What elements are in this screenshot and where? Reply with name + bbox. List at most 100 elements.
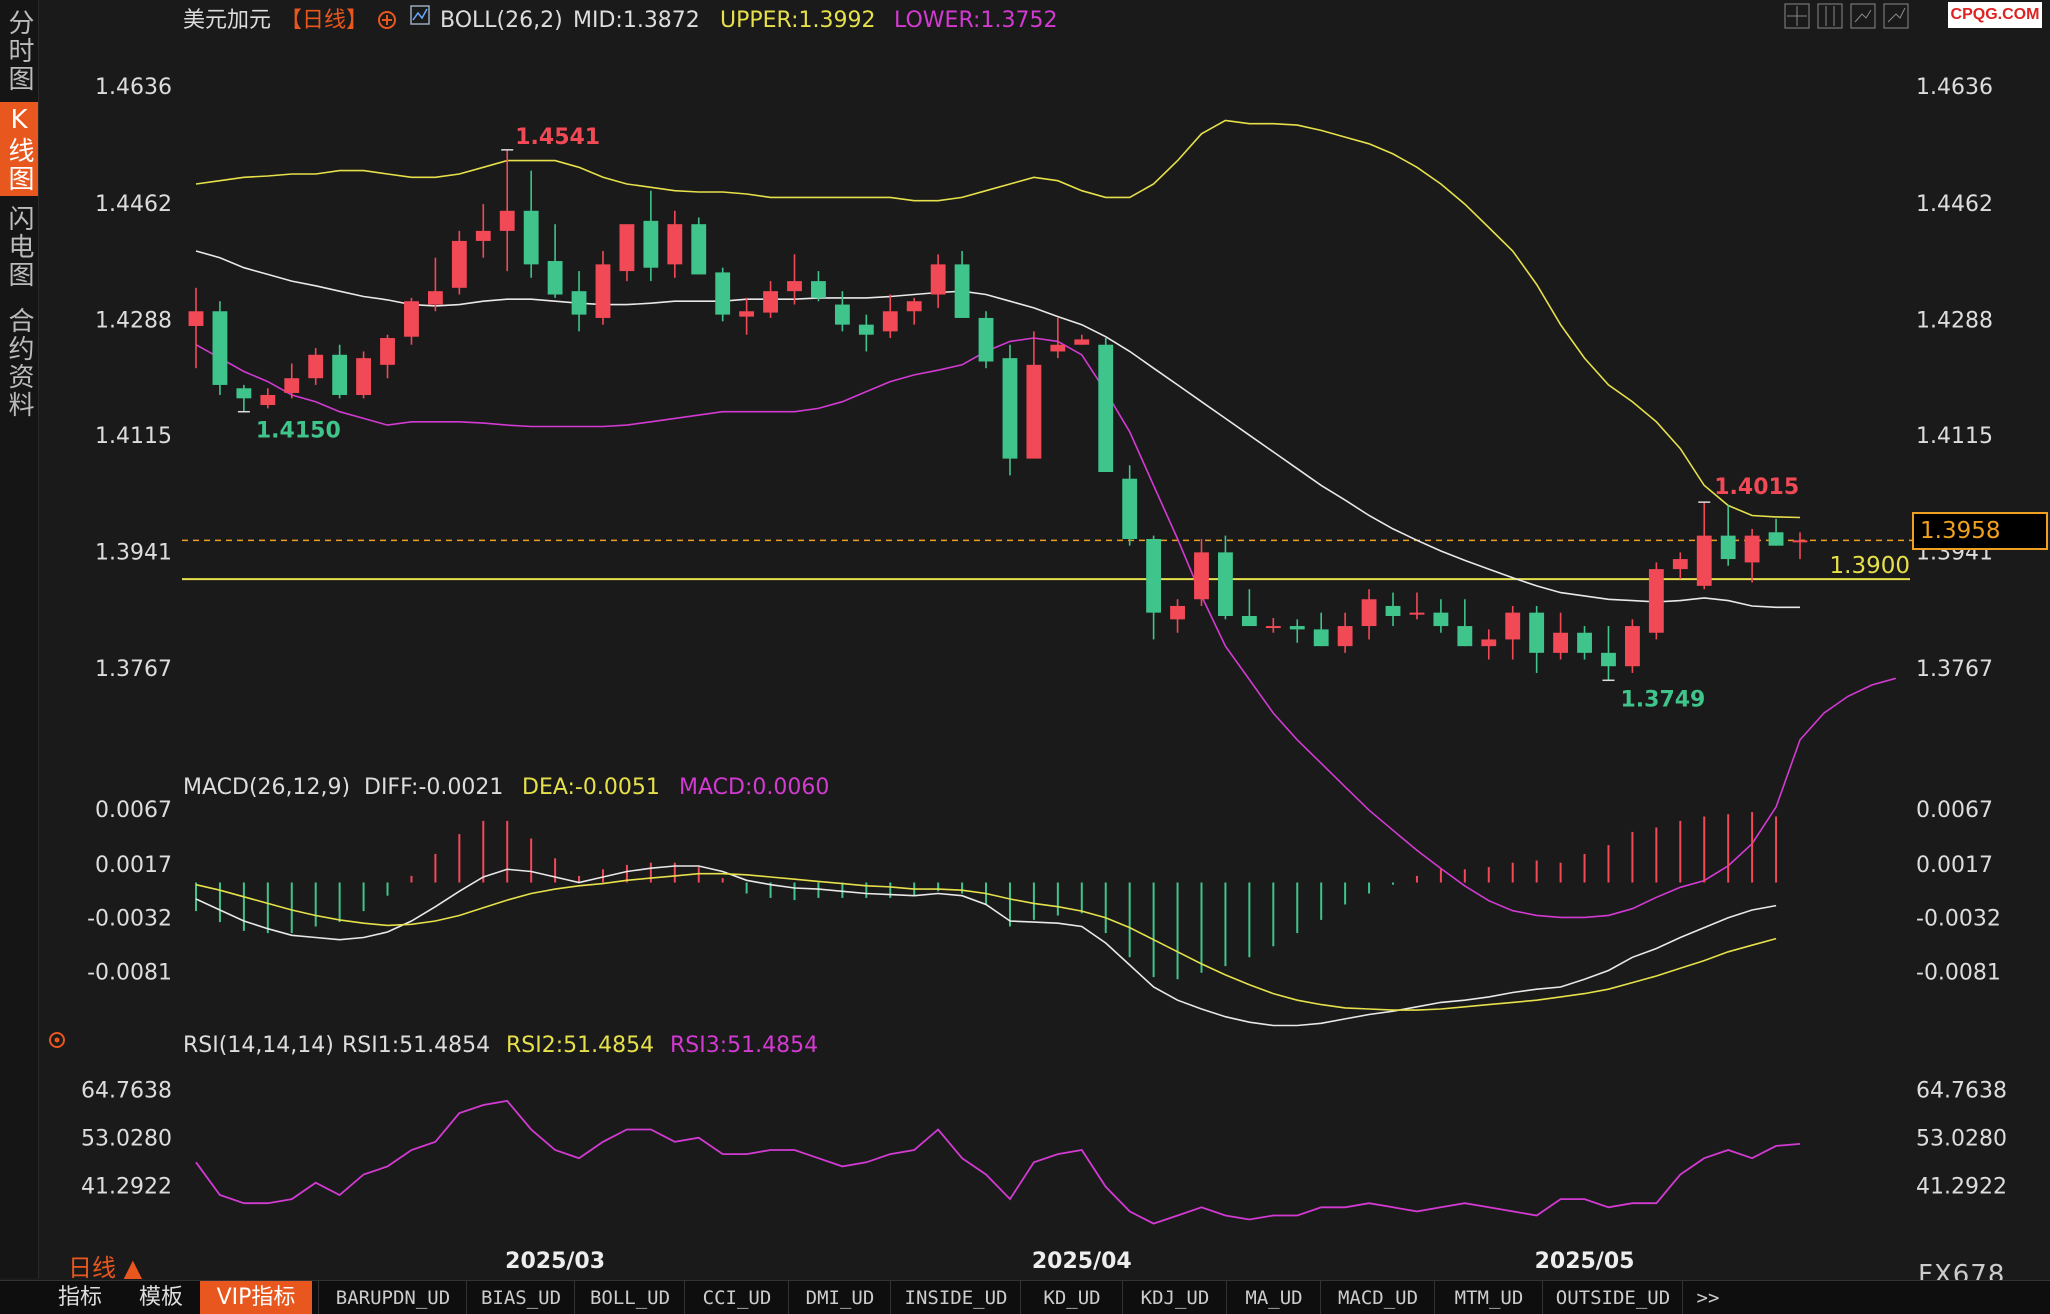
candle-body <box>212 311 228 385</box>
horizontal-level-label: 1.3900 <box>1830 553 1910 579</box>
indicator-tab--[interactable]: >> <box>1682 1281 1733 1314</box>
macd-value: MACD:0.0060 <box>679 775 829 800</box>
templates-button[interactable]: 模板 <box>128 1281 194 1314</box>
y-tick-label-left-5: 1.3767 <box>95 657 172 682</box>
indicator-tab-dmi-ud[interactable]: DMI_UD <box>788 1281 891 1314</box>
macd-y-tick-right-1: 0.0017 <box>1916 853 1993 878</box>
macd-header: MACD(26,12,9) DIFF:-0.0021 DEA:-0.0051 M… <box>183 775 829 800</box>
candle-body <box>1505 612 1521 640</box>
indicators-button[interactable]: 指标 <box>50 1281 110 1314</box>
candle-body <box>1696 535 1712 586</box>
boll-lower-line <box>195 337 1897 919</box>
macd-y-tick-right-3: -0.0081 <box>1916 961 2001 986</box>
rsi-y-tick-left-0: 64.7638 <box>81 1079 172 1104</box>
y-tick-label-right-5: 1.3767 <box>1916 657 1993 682</box>
indicator-tab-bias-ud[interactable]: BIAS_UD <box>466 1281 575 1314</box>
candles <box>188 149 1808 682</box>
indicator-tab-boll-ud[interactable]: BOLL_UD <box>574 1281 685 1314</box>
candle-body <box>1026 364 1042 459</box>
candle-body <box>858 324 874 335</box>
x-axis: 2025/03 2025/04 2025/05 <box>505 1249 1634 1274</box>
candle-body <box>691 224 707 275</box>
candle-body <box>475 230 491 241</box>
candle-body <box>1002 358 1018 459</box>
layout-expand-icon[interactable] <box>1883 3 1909 29</box>
candle-body <box>1601 652 1616 667</box>
y-tick-label-right-2: 1.4288 <box>1916 308 1993 333</box>
candle-body <box>404 301 419 337</box>
rsi-y-tick-left-2: 41.2922 <box>81 1175 172 1200</box>
candle-body <box>308 354 324 379</box>
candle-body <box>1672 559 1688 570</box>
macd-y-tick-left-3: -0.0081 <box>87 961 172 986</box>
candle-body <box>1265 626 1281 629</box>
candle-body <box>1146 538 1162 613</box>
candle-body <box>1241 616 1257 627</box>
candle-body <box>954 264 970 318</box>
candle-body <box>667 224 683 265</box>
candle-body <box>834 304 850 325</box>
macd-y-tick-left-0: 0.0067 <box>95 798 172 823</box>
kline-app: { "sidebar": { "tabs": [ {"label": "分时图"… <box>0 0 2050 1314</box>
macd-histogram <box>195 812 1778 980</box>
candle-body <box>1648 569 1664 633</box>
indicator-tab-macd-ud[interactable]: MACD_UD <box>1320 1281 1435 1314</box>
x-tick-label-1: 2025/04 <box>1032 1249 1132 1274</box>
macd-pane: 0.0067 0.0067 0.0017 0.0017 -0.0032 -0.0032 -0… <box>87 798 2001 1027</box>
candle-body <box>906 301 922 312</box>
layout-columns-icon[interactable] <box>1817 3 1843 29</box>
candle-body <box>1122 478 1138 539</box>
bottom-toolbar: 指标 模板 VIP指标 BARUPDN_UD BIAS_UD BOLL_UD CCI_… <box>0 1280 2050 1314</box>
candle-body <box>1792 540 1808 543</box>
macd-dea: DEA:-0.0051 <box>522 775 660 800</box>
indicator-tab-outside-ud[interactable]: OUTSIDE_UD <box>1542 1281 1683 1314</box>
candle-body <box>547 261 563 295</box>
indicator-tab-barupdn-ud[interactable]: BARUPDN_UD <box>318 1281 467 1314</box>
y-tick-label-right-3: 1.4115 <box>1916 424 1993 449</box>
annotation-recent-high: 1.4015 <box>1714 475 1799 500</box>
indicator-tab-ma-ud[interactable]: MA_UD <box>1226 1281 1321 1314</box>
candle-body <box>1768 532 1784 546</box>
top-toolbar <box>1784 3 1909 29</box>
y-tick-label-left-4: 1.3941 <box>95 541 172 566</box>
indicator-tab-kd-ud[interactable]: KD_UD <box>1020 1281 1123 1314</box>
candle-body <box>188 311 204 326</box>
candle-body <box>523 210 539 265</box>
candle-body <box>715 272 731 315</box>
candle-body <box>643 220 659 268</box>
rsi-y-tick-left-1: 53.0280 <box>81 1127 172 1152</box>
indicator-tab-inside-ud[interactable]: INSIDE_UD <box>890 1281 1021 1314</box>
candle-body <box>427 291 443 305</box>
rsi-y-tick-right-0: 64.7638 <box>1916 1079 2007 1104</box>
candle-body <box>1050 344 1066 352</box>
indicator-tab-cci-ud[interactable]: CCI_UD <box>684 1281 789 1314</box>
boll-mid: MID:1.3872 <box>573 8 700 33</box>
y-tick-label-left-0: 1.4636 <box>95 75 172 100</box>
candle-body <box>1385 605 1401 616</box>
candle-body <box>451 240 467 288</box>
candle-body <box>1337 626 1353 647</box>
annotation-low-right: 1.3749 <box>1620 687 1705 712</box>
candle-body <box>380 338 395 365</box>
candle-body <box>1529 612 1545 653</box>
indicator-tab-kdj-ud[interactable]: KDJ_UD <box>1122 1281 1227 1314</box>
macd-y-tick-left-2: -0.0032 <box>87 907 172 932</box>
macd-diff: DIFF:-0.0021 <box>364 775 503 800</box>
candle-body <box>1433 612 1449 627</box>
y-tick-label-left-1: 1.4462 <box>95 192 172 217</box>
rsi2-value: RSI2:51.4854 <box>506 1033 654 1058</box>
rsi-y-tick-right-2: 41.2922 <box>1916 1175 2007 1200</box>
main-header: 美元加元 【日线】 BOLL(26,2) MID:1.3872 UPPER:1.… <box>183 5 1057 33</box>
rsi-header: RSI(14,14,14) RSI1:51.4854 RSI2:51.4854 … <box>49 1032 818 1058</box>
indicator-tab-mtm-ud[interactable]: MTM_UD <box>1434 1281 1543 1314</box>
candle-body <box>1361 599 1377 627</box>
candle-body <box>930 264 946 295</box>
y-axis-right: 1.46361.44621.42881.41151.39411.3767 <box>1916 75 1993 682</box>
vip-indicators-button[interactable]: VIP指标 <box>200 1281 312 1314</box>
rsi1-value: RSI1:51.4854 <box>342 1033 490 1058</box>
period-selector[interactable]: 日线 ▲ <box>68 1248 142 1283</box>
candle-body <box>763 291 778 313</box>
y-tick-label-right-1: 1.4462 <box>1916 192 1993 217</box>
annotation-high: 1.4541 <box>515 125 600 150</box>
layout-window-icon[interactable] <box>1850 3 1876 29</box>
